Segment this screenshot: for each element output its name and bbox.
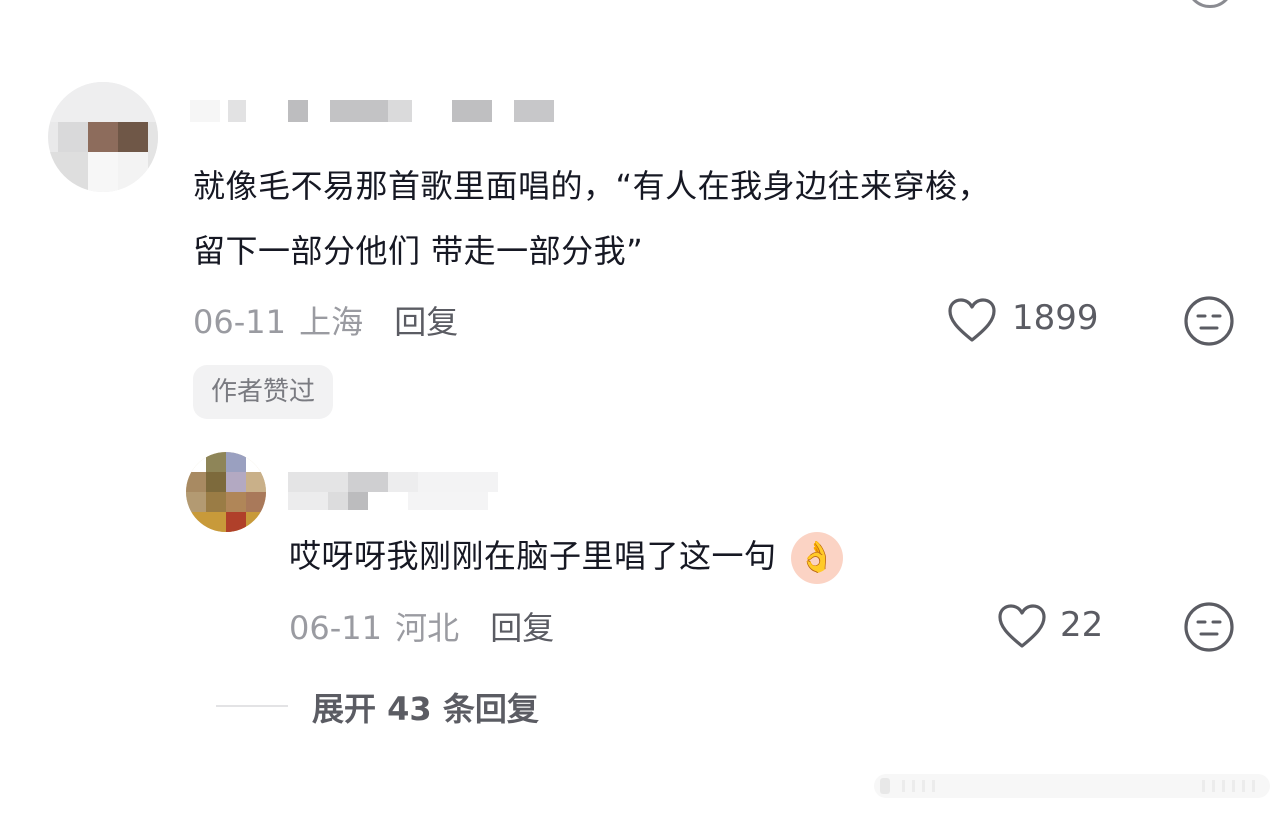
expand-replies-button[interactable]: 展开 43 条回复 xyxy=(312,684,539,730)
neutral-face-icon[interactable] xyxy=(1186,0,1234,8)
heart-outline-icon[interactable] xyxy=(1024,0,1064,8)
reply-text-content: 哎呀呀我刚刚在脑子里唱了这一句 xyxy=(289,537,777,575)
reply-button[interactable]: 回复 xyxy=(394,303,458,341)
watermark-icon xyxy=(874,774,1270,798)
comment-date: 06-11 xyxy=(193,303,286,341)
reply-date: 06-11 xyxy=(289,609,382,647)
comment-text-line-2: 留下一部分他们 带走一部分我” xyxy=(193,232,644,270)
avatar[interactable] xyxy=(48,82,158,192)
heart-outline-icon[interactable] xyxy=(996,604,1048,650)
expand-divider xyxy=(216,705,288,707)
neutral-face-icon[interactable] xyxy=(1183,295,1235,347)
neutral-face-icon[interactable] xyxy=(1183,601,1235,653)
comment-location: 上海 xyxy=(299,303,364,341)
like-count: 1899 xyxy=(1012,298,1099,338)
comment-meta: 06-11 上海 回复 xyxy=(193,297,458,341)
heart-outline-icon[interactable] xyxy=(946,298,998,344)
ok-hand-emoji-icon: 👌 xyxy=(791,532,844,584)
username-mosaic[interactable] xyxy=(190,100,570,126)
reply-meta: 06-11 河北 回复 xyxy=(289,603,554,647)
avatar[interactable] xyxy=(186,452,266,532)
reply-button[interactable]: 回复 xyxy=(490,609,554,647)
like-count: 22 xyxy=(1060,605,1104,645)
comment-text-line-1: 就像毛不易那首歌里面唱的，“有人在我身边往来穿梭， xyxy=(193,167,991,205)
author-liked-badge: 作者赞过 xyxy=(193,365,334,419)
reply-text: 哎呀呀我刚刚在脑子里唱了这一句 👌 xyxy=(289,526,844,586)
reply-location: 河北 xyxy=(395,609,460,647)
username-mosaic[interactable] xyxy=(288,472,508,512)
